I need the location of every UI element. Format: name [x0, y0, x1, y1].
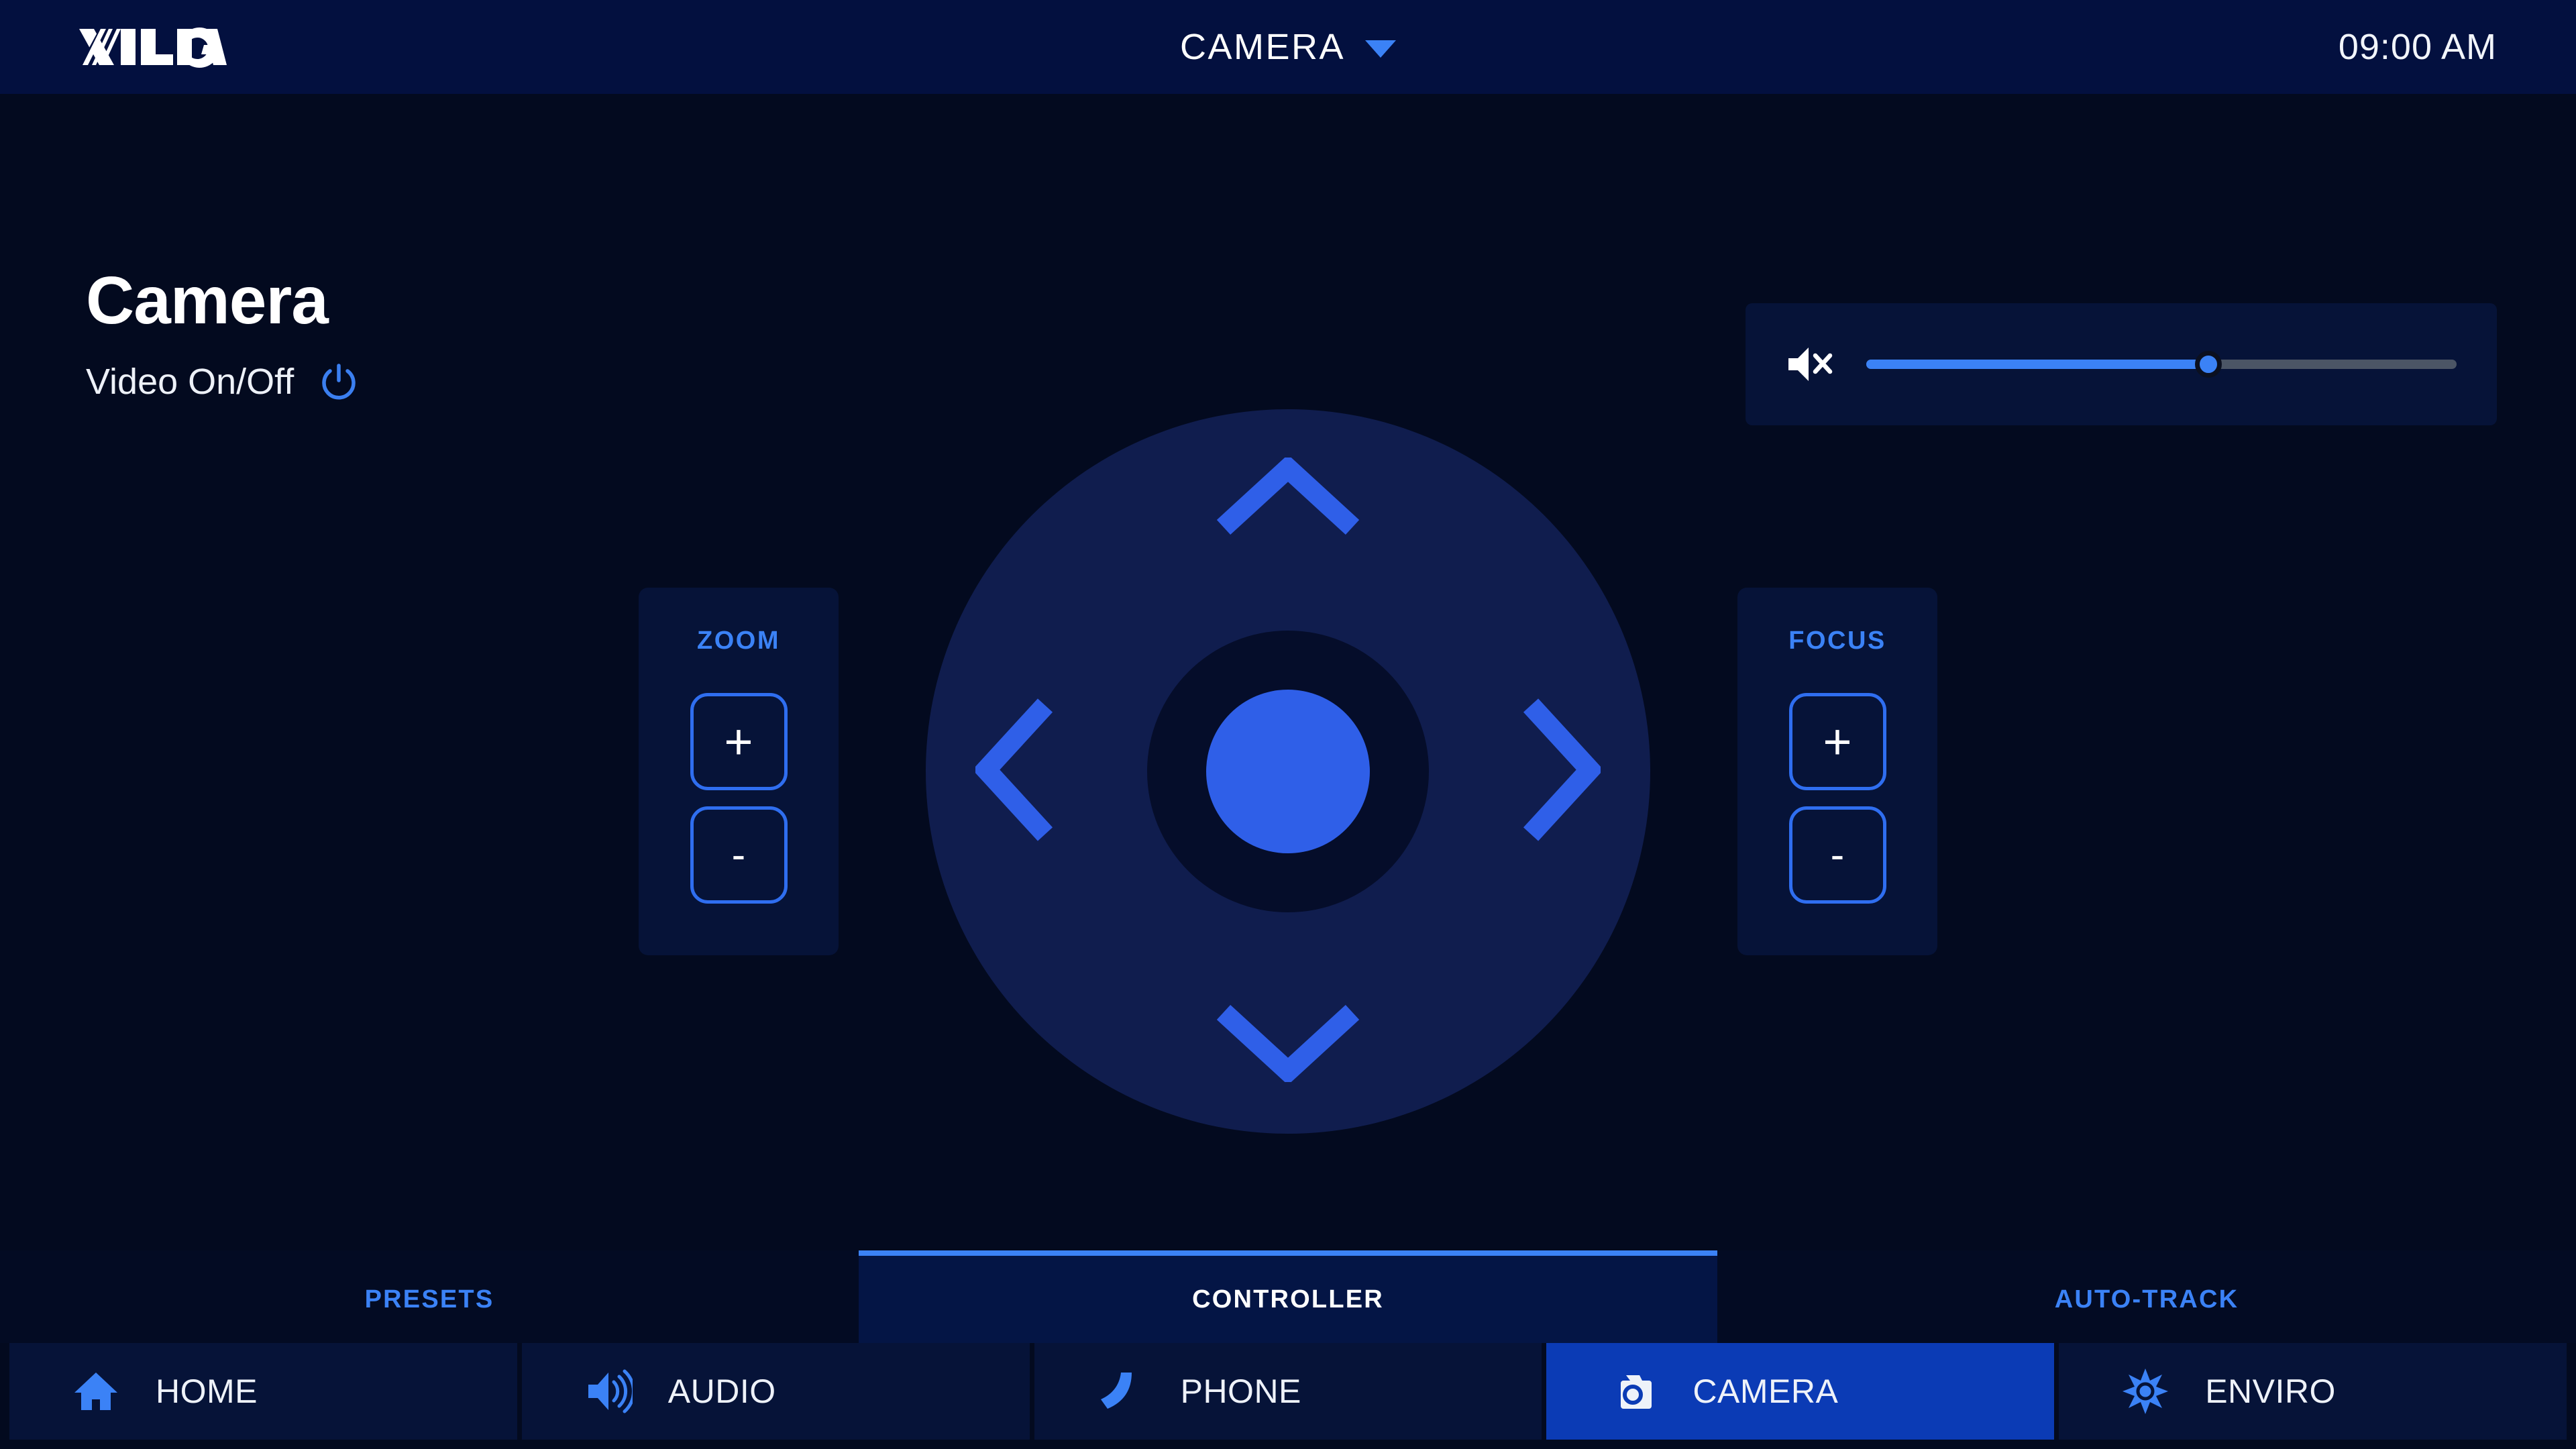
nav-item-label: AUDIO	[667, 1373, 776, 1410]
nav-item-label: ENVIRO	[2205, 1373, 2336, 1410]
zoom-panel-label: ZOOM	[697, 627, 780, 655]
video-toggle-label: Video On/Off	[86, 362, 294, 402]
sun-icon	[2121, 1366, 2170, 1416]
tab-label: PRESETS	[364, 1285, 494, 1313]
home-icon	[71, 1366, 121, 1416]
nav-item-enviro[interactable]: ENVIRO	[2059, 1343, 2567, 1440]
focus-increase-button[interactable]: +	[1788, 693, 1886, 790]
tab-label: CONTROLLER	[1192, 1285, 1384, 1313]
app-header: CAMERA 09:00 AM	[0, 0, 2576, 94]
chevron-right-icon[interactable]	[1521, 696, 1604, 847]
nav-item-audio[interactable]: AUDIO	[521, 1343, 1030, 1440]
phone-icon	[1096, 1366, 1146, 1416]
speaker-waves-icon	[584, 1366, 633, 1416]
video-toggle-row: Video On/Off	[86, 360, 361, 404]
volume-slider-fill	[1866, 360, 2209, 369]
power-icon[interactable]	[317, 360, 361, 404]
ptz-dpad	[926, 409, 1650, 1134]
chevron-up-icon[interactable]	[1214, 454, 1362, 540]
bottom-navigation: HOME AUDIO PHONE CAMERA ENVIRO	[0, 1343, 2576, 1449]
camera-control-app: CAMERA 09:00 AM Camera Video On/Off ZOOM…	[0, 0, 2576, 1449]
tab-controller[interactable]: CONTROLLER	[859, 1250, 1717, 1343]
page-heading-block: Camera Video On/Off	[86, 267, 361, 404]
chevron-down-icon[interactable]	[1365, 40, 1397, 58]
camera-icon	[1608, 1366, 1658, 1416]
header-title: CAMERA	[1179, 27, 1346, 67]
focus-panel-label: FOCUS	[1788, 627, 1886, 655]
focus-panel: FOCUS + -	[1737, 588, 1937, 955]
chevron-left-icon[interactable]	[972, 696, 1055, 847]
focus-decrease-button[interactable]: -	[1788, 806, 1886, 904]
camera-control-cluster: ZOOM + - FOCUS + -	[0, 409, 2576, 1134]
xilica-logo	[79, 26, 227, 68]
header-source-selector[interactable]: CAMERA	[1179, 26, 1397, 68]
nav-item-camera[interactable]: CAMERA	[1546, 1343, 2055, 1440]
volume-panel	[1746, 303, 2497, 425]
volume-slider-thumb[interactable]	[2195, 351, 2222, 378]
speaker-mute-icon[interactable]	[1786, 344, 1834, 384]
main-content: Camera Video On/Off ZOOM + - FOCUS + -	[0, 94, 2576, 1250]
page-title: Camera	[86, 263, 329, 338]
tab-label: AUTO-TRACK	[2054, 1285, 2239, 1313]
nav-item-phone[interactable]: PHONE	[1034, 1343, 1542, 1440]
tab-presets[interactable]: PRESETS	[0, 1250, 859, 1343]
dpad-home-button[interactable]	[1206, 690, 1370, 853]
zoom-in-button[interactable]: +	[690, 693, 788, 790]
volume-slider[interactable]	[1866, 351, 2457, 378]
nav-item-label: PHONE	[1180, 1373, 1301, 1410]
camera-tabbar: PRESETS CONTROLLER AUTO-TRACK	[0, 1250, 2576, 1343]
nav-item-label: HOME	[156, 1373, 258, 1410]
nav-item-home[interactable]: HOME	[9, 1343, 517, 1440]
zoom-panel: ZOOM + -	[639, 588, 839, 955]
nav-item-label: CAMERA	[1693, 1373, 1839, 1410]
header-clock: 09:00 AM	[2338, 27, 2497, 67]
zoom-out-button[interactable]: -	[690, 806, 788, 904]
tab-auto-track[interactable]: AUTO-TRACK	[1717, 1250, 2576, 1343]
chevron-down-icon[interactable]	[1214, 1003, 1362, 1085]
